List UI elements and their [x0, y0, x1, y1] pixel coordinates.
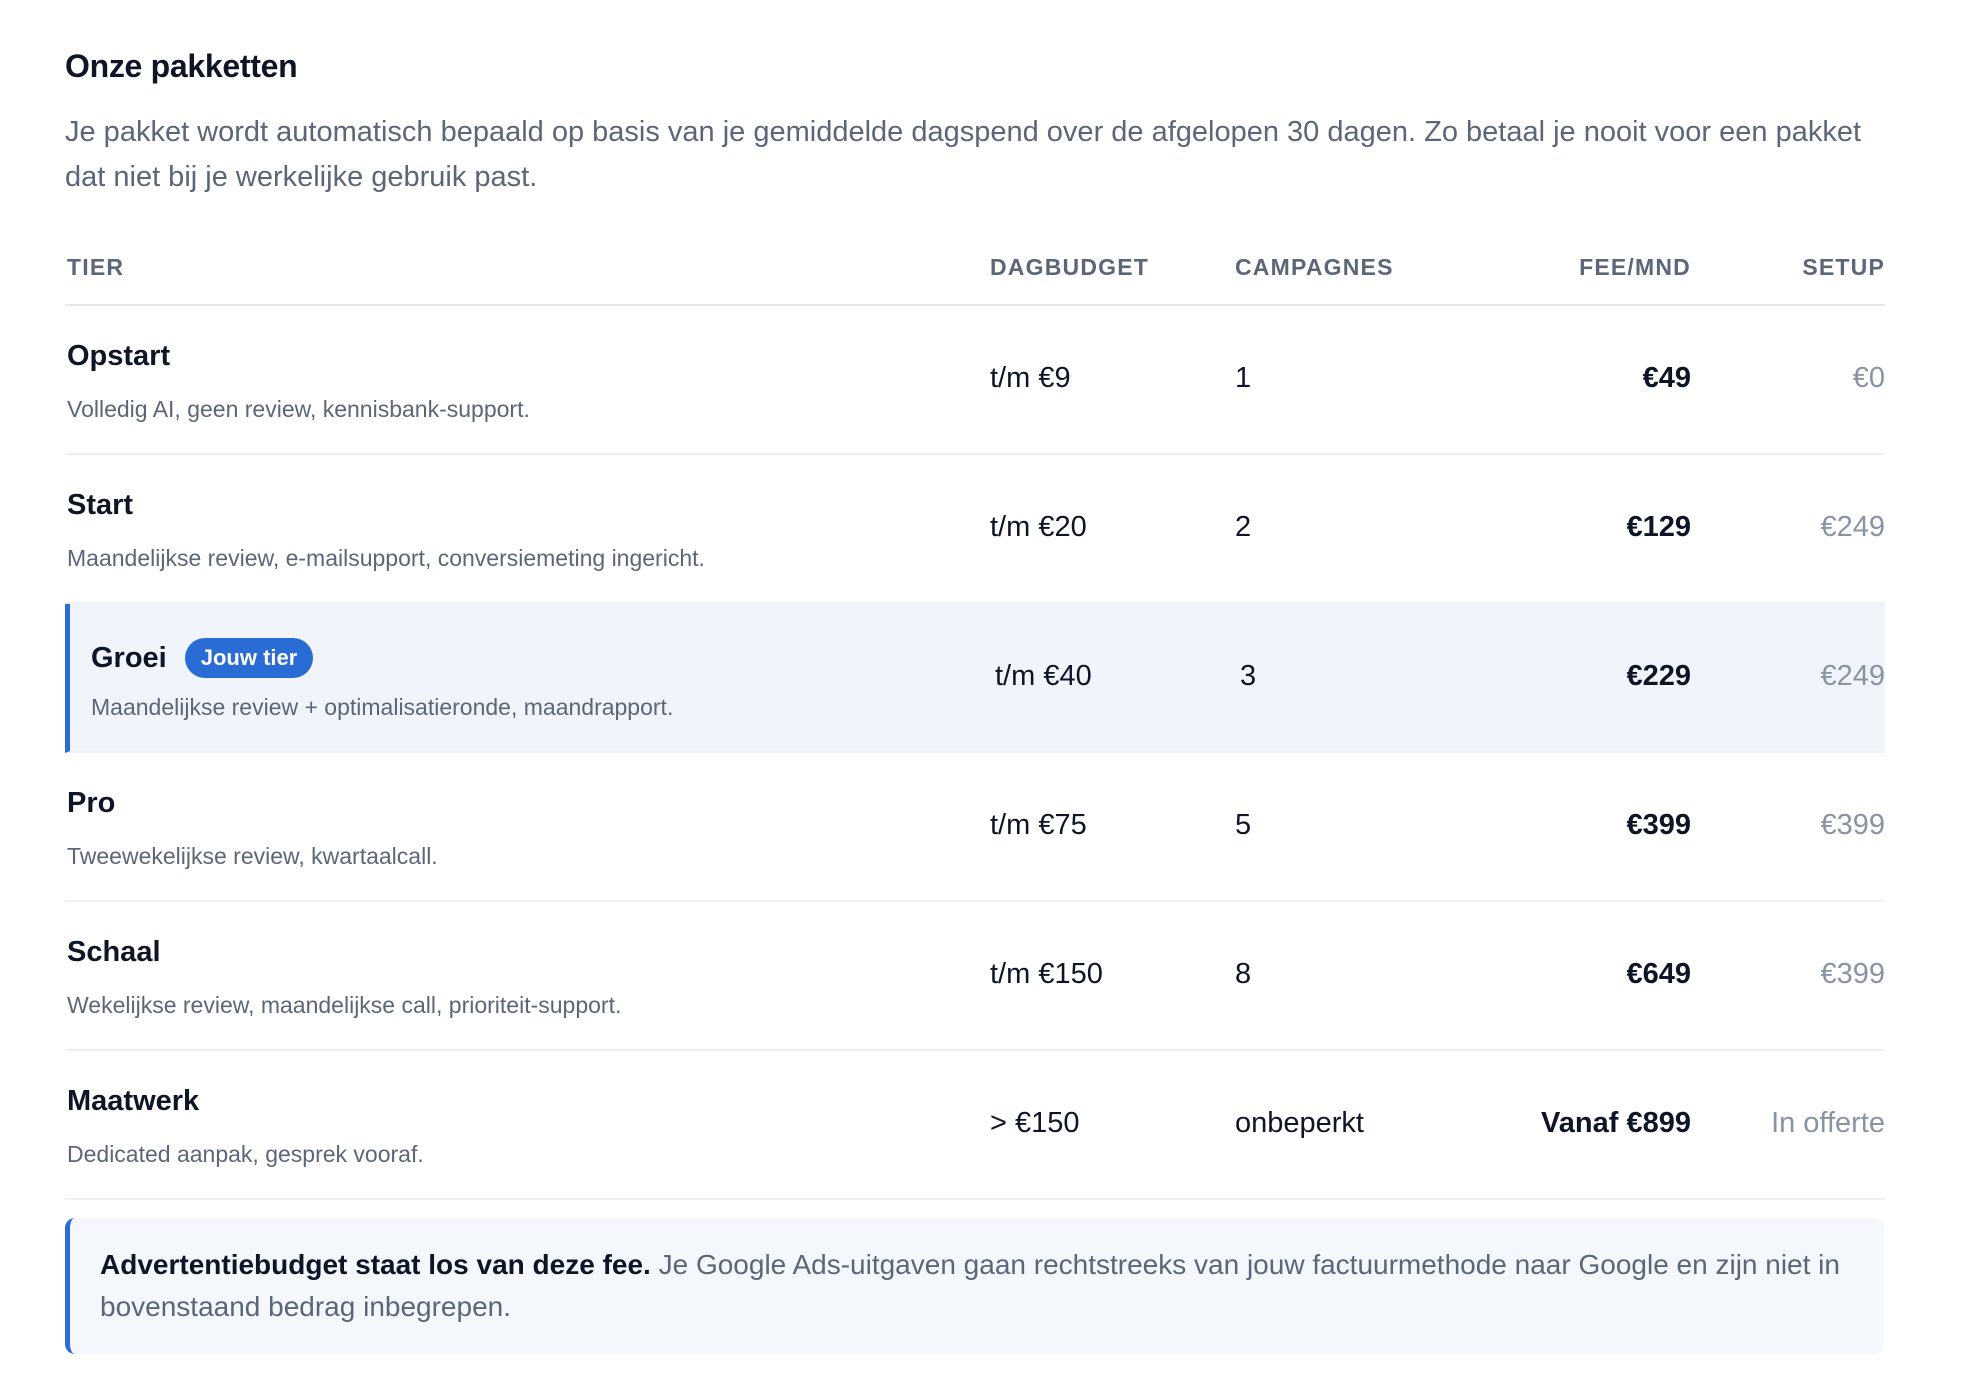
table-row-start: Start Maandelijkse review, e-mailsupport… — [65, 455, 1885, 604]
table-row-opstart: Opstart Volledig AI, geen review, kennis… — [65, 306, 1885, 455]
note-heading: Advertentiebudget staat los van deze fee… — [100, 1249, 651, 1280]
tier-fee: €229 — [1626, 660, 1691, 692]
tier-description: Maandelijkse review + optimalisatieronde… — [91, 694, 674, 720]
tier-setup: €249 — [1820, 660, 1885, 692]
tier-fee: €129 — [1626, 511, 1691, 543]
tier-budget: t/m €150 — [990, 958, 1103, 990]
tier-campaigns: onbeperkt — [1235, 1107, 1364, 1139]
tier-fee: €649 — [1626, 958, 1691, 990]
table-row-groei: Groei Jouw tier Maandelijkse review + op… — [65, 604, 1885, 753]
tier-description: Maandelijkse review, e-mailsupport, conv… — [67, 545, 705, 571]
header-setup: SETUP — [1802, 254, 1885, 280]
tier-budget: t/m €20 — [990, 511, 1087, 543]
tier-setup: €399 — [1820, 958, 1885, 990]
tier-setup: In offerte — [1771, 1107, 1885, 1139]
table-row-pro: Pro Tweewekelijkse review, kwartaalcall.… — [65, 753, 1885, 902]
header-budget: DAGBUDGET — [990, 254, 1150, 280]
budget-note: Advertentiebudget staat los van deze fee… — [65, 1218, 1884, 1354]
tier-name: Start — [67, 489, 134, 521]
pricing-table: TIER DAGBUDGET CAMPAGNES FEE/MND SETUP O… — [65, 240, 1885, 1200]
tier-campaigns: 2 — [1235, 511, 1252, 543]
tier-setup: €249 — [1820, 511, 1885, 543]
header-tier: TIER — [67, 254, 125, 280]
tier-name: Pro — [67, 787, 116, 819]
tier-campaigns: 3 — [1240, 660, 1257, 692]
tier-fee: Vanaf €899 — [1541, 1107, 1691, 1139]
tier-name-line: Start — [67, 489, 133, 522]
tier-description: Volledig AI, geen review, kennisbank-sup… — [67, 396, 530, 422]
tier-description: Dedicated aanpak, gesprek vooraf. — [67, 1141, 424, 1167]
table-row-schaal: Schaal Wekelijkse review, maandelijkse c… — [65, 902, 1885, 1051]
tier-description: Wekelijkse review, maandelijkse call, pr… — [67, 992, 622, 1018]
table-row-maatwerk: Maatwerk Dedicated aanpak, gesprek voora… — [65, 1051, 1885, 1200]
tier-campaigns: 1 — [1235, 362, 1252, 394]
intro-text: Je pakket wordt automatisch bepaald op b… — [65, 116, 1862, 193]
tier-campaigns: 8 — [1235, 958, 1252, 990]
tier-budget: > €150 — [990, 1107, 1080, 1139]
tier-setup: €399 — [1820, 809, 1885, 841]
tier-description: Tweewekelijkse review, kwartaalcall. — [67, 843, 438, 869]
tier-name-line: Schaal — [67, 936, 161, 969]
tier-name-line: Pro — [67, 787, 115, 820]
tier-name-line: Opstart — [67, 340, 170, 373]
header-fee: FEE/MND — [1579, 254, 1691, 280]
tier-name: Maatwerk — [67, 1085, 200, 1117]
tier-name: Opstart — [67, 340, 171, 372]
current-tier-badge: Jouw tier — [184, 638, 314, 678]
tier-name: Groei — [91, 641, 167, 674]
tier-budget: t/m €75 — [990, 809, 1087, 841]
table-header: TIER DAGBUDGET CAMPAGNES FEE/MND SETUP — [65, 240, 1885, 306]
page-title: Onze pakketten — [65, 48, 298, 84]
tier-setup: €0 — [1852, 362, 1885, 394]
tier-name-line: Groei Jouw tier — [91, 638, 314, 678]
tier-budget: t/m €9 — [990, 362, 1071, 394]
header-campaigns: CAMPAGNES — [1235, 254, 1394, 280]
tier-fee: €49 — [1642, 362, 1691, 394]
tier-budget: t/m €40 — [995, 660, 1092, 692]
tier-fee: €399 — [1626, 809, 1691, 841]
tier-campaigns: 5 — [1235, 809, 1252, 841]
tier-name-line: Maatwerk — [67, 1085, 199, 1118]
tier-name: Schaal — [67, 936, 161, 968]
